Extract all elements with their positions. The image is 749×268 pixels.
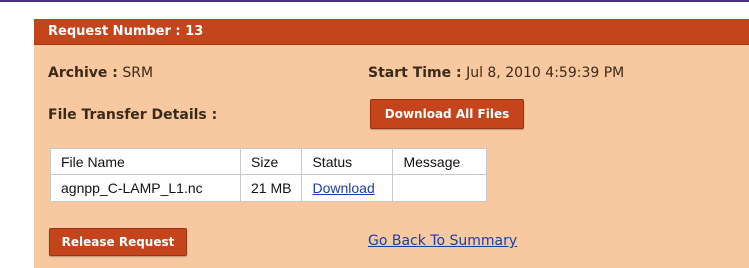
archive-value: SRM: [122, 65, 154, 81]
top-divider: [0, 0, 749, 2]
request-header: Request Number : 13: [34, 19, 749, 45]
message-cell: [392, 174, 488, 202]
table-header-row: File Name Size Status Message: [50, 148, 488, 175]
start-time-value: Jul 8, 2010 4:59:39 PM: [466, 65, 625, 81]
file-transfer-details-label: File Transfer Details :: [48, 107, 218, 123]
file-transfer-table: File Name Size Status Message agnpp_C-LA…: [50, 148, 488, 202]
release-request-button[interactable]: Release Request: [49, 228, 187, 256]
size-cell: 21 MB: [239, 174, 303, 202]
table-row: agnpp_C-LAMP_L1.nc 21 MB Download: [50, 174, 488, 202]
request-panel: Request Number : 13 Archive : SRM Start …: [34, 19, 749, 268]
download-all-files-button[interactable]: Download All Files: [370, 99, 524, 129]
go-back-to-summary-link[interactable]: Go Back To Summary: [368, 233, 517, 249]
status-cell: Download: [301, 174, 394, 202]
archive-field: Archive : SRM: [48, 65, 153, 81]
download-link[interactable]: Download: [312, 180, 374, 196]
column-header-message: Message: [392, 148, 488, 175]
file-name-cell: agnpp_C-LAMP_L1.nc: [50, 174, 241, 202]
column-header-size: Size: [239, 148, 303, 175]
start-time-label: Start Time :: [368, 65, 462, 81]
column-header-status: Status: [301, 148, 394, 175]
start-time-field: Start Time : Jul 8, 2010 4:59:39 PM: [368, 65, 624, 81]
archive-label: Archive :: [48, 65, 118, 81]
column-header-file-name: File Name: [50, 148, 241, 175]
